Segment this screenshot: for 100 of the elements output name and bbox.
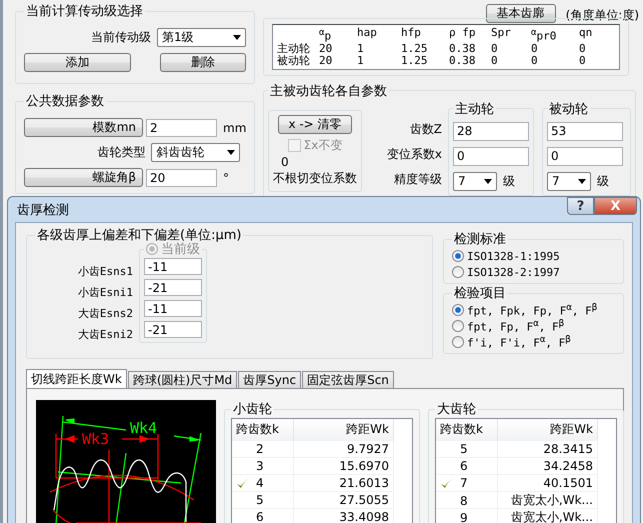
field-label: 当前传动级 — [91, 29, 151, 46]
input-field[interactable]: -21 — [144, 321, 202, 338]
dropdown[interactable]: 7 — [453, 172, 497, 191]
table-cell-text: 0.38 — [449, 42, 476, 55]
input-field[interactable]: 0 — [453, 146, 529, 166]
input-field[interactable]: -21 — [144, 279, 202, 296]
parameter-button[interactable]: 模数mn — [24, 118, 143, 137]
table-cell: 9 — [436, 509, 498, 523]
dropdown[interactable]: 斜齿齿轮 — [151, 143, 240, 162]
column-header[interactable]: 跨齿数k — [232, 419, 294, 441]
radio-label: f'i, F'i, F$^{α}$, F$^{β}$ — [467, 334, 571, 350]
radio-label: ISO1328-2:1997 — [467, 266, 560, 278]
dropdown[interactable]: 7 — [547, 172, 591, 191]
row-label: 主动轮 — [277, 42, 311, 55]
table-cell-text: 20 — [319, 54, 334, 67]
field-label: 小齿Esni1 — [78, 285, 133, 300]
stage-button[interactable]: 添加 — [24, 53, 131, 72]
tab[interactable]: 齿厚Sync — [238, 371, 302, 389]
column-header: $^{α}$pr0 — [531, 27, 558, 43]
group-title: 主动轮 — [454, 100, 495, 118]
field-label: 变位系数x — [386, 146, 442, 163]
group-title: 检验项目 — [453, 285, 507, 302]
input-field[interactable]: 28 — [453, 122, 529, 141]
input-field[interactable]: -11 — [144, 258, 202, 275]
column-header: qn — [579, 27, 594, 41]
unit-label: 级 — [597, 172, 609, 190]
stage-button[interactable]: 删除 — [160, 53, 246, 72]
parameter-button[interactable]: 螺旋角β — [24, 168, 143, 187]
group-title: 检测标准 — [453, 231, 507, 248]
table-cell: 6 — [436, 458, 498, 474]
caret-icon — [233, 35, 241, 40]
table-cell: 27.5055 — [294, 492, 394, 508]
group-title: 被动轮 — [548, 100, 589, 118]
clear-button[interactable]: x -> 清零 — [278, 114, 352, 134]
table-cell: 齿宽太小,Wk... — [498, 509, 598, 523]
table-cell-text: 1.25 — [401, 54, 428, 67]
table-cell: 40.1501 — [498, 475, 598, 491]
table-cell: 齿宽太小,Wk... — [498, 492, 598, 509]
table-cell-text: 20 — [319, 42, 334, 55]
dialog-title: 齿厚检测 — [16, 202, 69, 218]
table-cell: 5 — [232, 492, 294, 508]
field-label: 齿数Z — [410, 120, 442, 138]
table-cell: 33.4098 — [294, 509, 394, 523]
table-cell: 8 — [436, 492, 498, 509]
column-header: ρ fp — [449, 27, 476, 41]
group-title: 大齿轮 — [436, 401, 477, 418]
table-cell-text: 1.25 — [401, 42, 428, 55]
table-cell: 28.3415 — [498, 441, 598, 457]
undercut-label: 不根切变位系数 — [273, 170, 357, 187]
group-title: 各级齿厚上偏差和下偏差(单位:μm) — [36, 227, 242, 243]
table-cell: 21.6013 — [294, 475, 394, 491]
field-label: 精度等级 — [394, 170, 442, 188]
table-cell-text: 1 — [357, 54, 365, 67]
field-label: 大齿Esni2 — [78, 327, 133, 342]
table-cell-text: 0 — [579, 42, 587, 55]
input-field[interactable]: -11 — [144, 300, 202, 317]
tab[interactable]: 跨球(圆柱)尺寸Md — [128, 371, 238, 389]
field-label: 大齿Esns2 — [78, 306, 133, 321]
table-cell-text: 0 — [491, 42, 499, 55]
tab[interactable]: 固定弦齿厚Scn — [302, 371, 394, 389]
column-header: $^{α}$p — [319, 27, 332, 43]
group-title: 小齿轮 — [232, 401, 273, 418]
radio-button[interactable] — [452, 266, 464, 278]
input-field[interactable]: 20 — [146, 168, 217, 186]
column-header[interactable]: 跨齿数k — [436, 419, 498, 441]
radio-button[interactable] — [452, 336, 464, 348]
radio-button[interactable] — [452, 250, 464, 262]
table-cell-text: 0 — [579, 54, 587, 67]
unit-label: ° — [223, 170, 229, 184]
caret-icon — [578, 178, 586, 184]
table-cell-text: 0 — [531, 54, 539, 67]
column-header[interactable]: 跨距Wk — [498, 419, 598, 441]
table-cell: 9.7927 — [294, 441, 394, 457]
radio-button[interactable] — [452, 320, 464, 332]
unit-label: 级 — [503, 172, 515, 190]
check-icon — [236, 477, 251, 489]
field-label: 齿轮类型 — [97, 144, 146, 161]
field-label: 小齿Esns1 — [78, 264, 133, 279]
table-cell: 4 — [232, 475, 294, 491]
dropdown[interactable]: 第1级 — [157, 28, 246, 47]
table-cell: 3 — [232, 458, 294, 474]
checkbox-label: Σx不变 — [304, 136, 342, 154]
radio-label: 当前级 — [161, 241, 200, 258]
caret-icon — [227, 150, 236, 155]
input-field[interactable]: 53 — [547, 122, 623, 141]
basic-profile-button[interactable]: 基本齿廓 — [486, 4, 556, 23]
input-field[interactable]: 2 — [146, 118, 217, 136]
check-icon — [440, 477, 455, 489]
table-cell-text: 1 — [357, 42, 365, 55]
diagram-label: Wk3 — [82, 430, 110, 448]
tab[interactable]: 切线跨距长度Wk — [26, 369, 127, 389]
radio-label: fpt, Fpk, Fp, F$^{α}$, F$^{β}$ — [467, 302, 598, 318]
table-cell: 7 — [436, 475, 498, 491]
column-header[interactable]: 跨距Wk — [294, 419, 394, 441]
group-title: 主被动齿轮各自参数 — [269, 82, 388, 100]
help-button[interactable]: ? — [567, 197, 594, 215]
caret-icon — [484, 178, 492, 184]
radio-label: ISO1328-1:1995 — [467, 250, 560, 262]
radio-button[interactable] — [452, 304, 464, 316]
input-field[interactable]: 0 — [547, 146, 623, 166]
